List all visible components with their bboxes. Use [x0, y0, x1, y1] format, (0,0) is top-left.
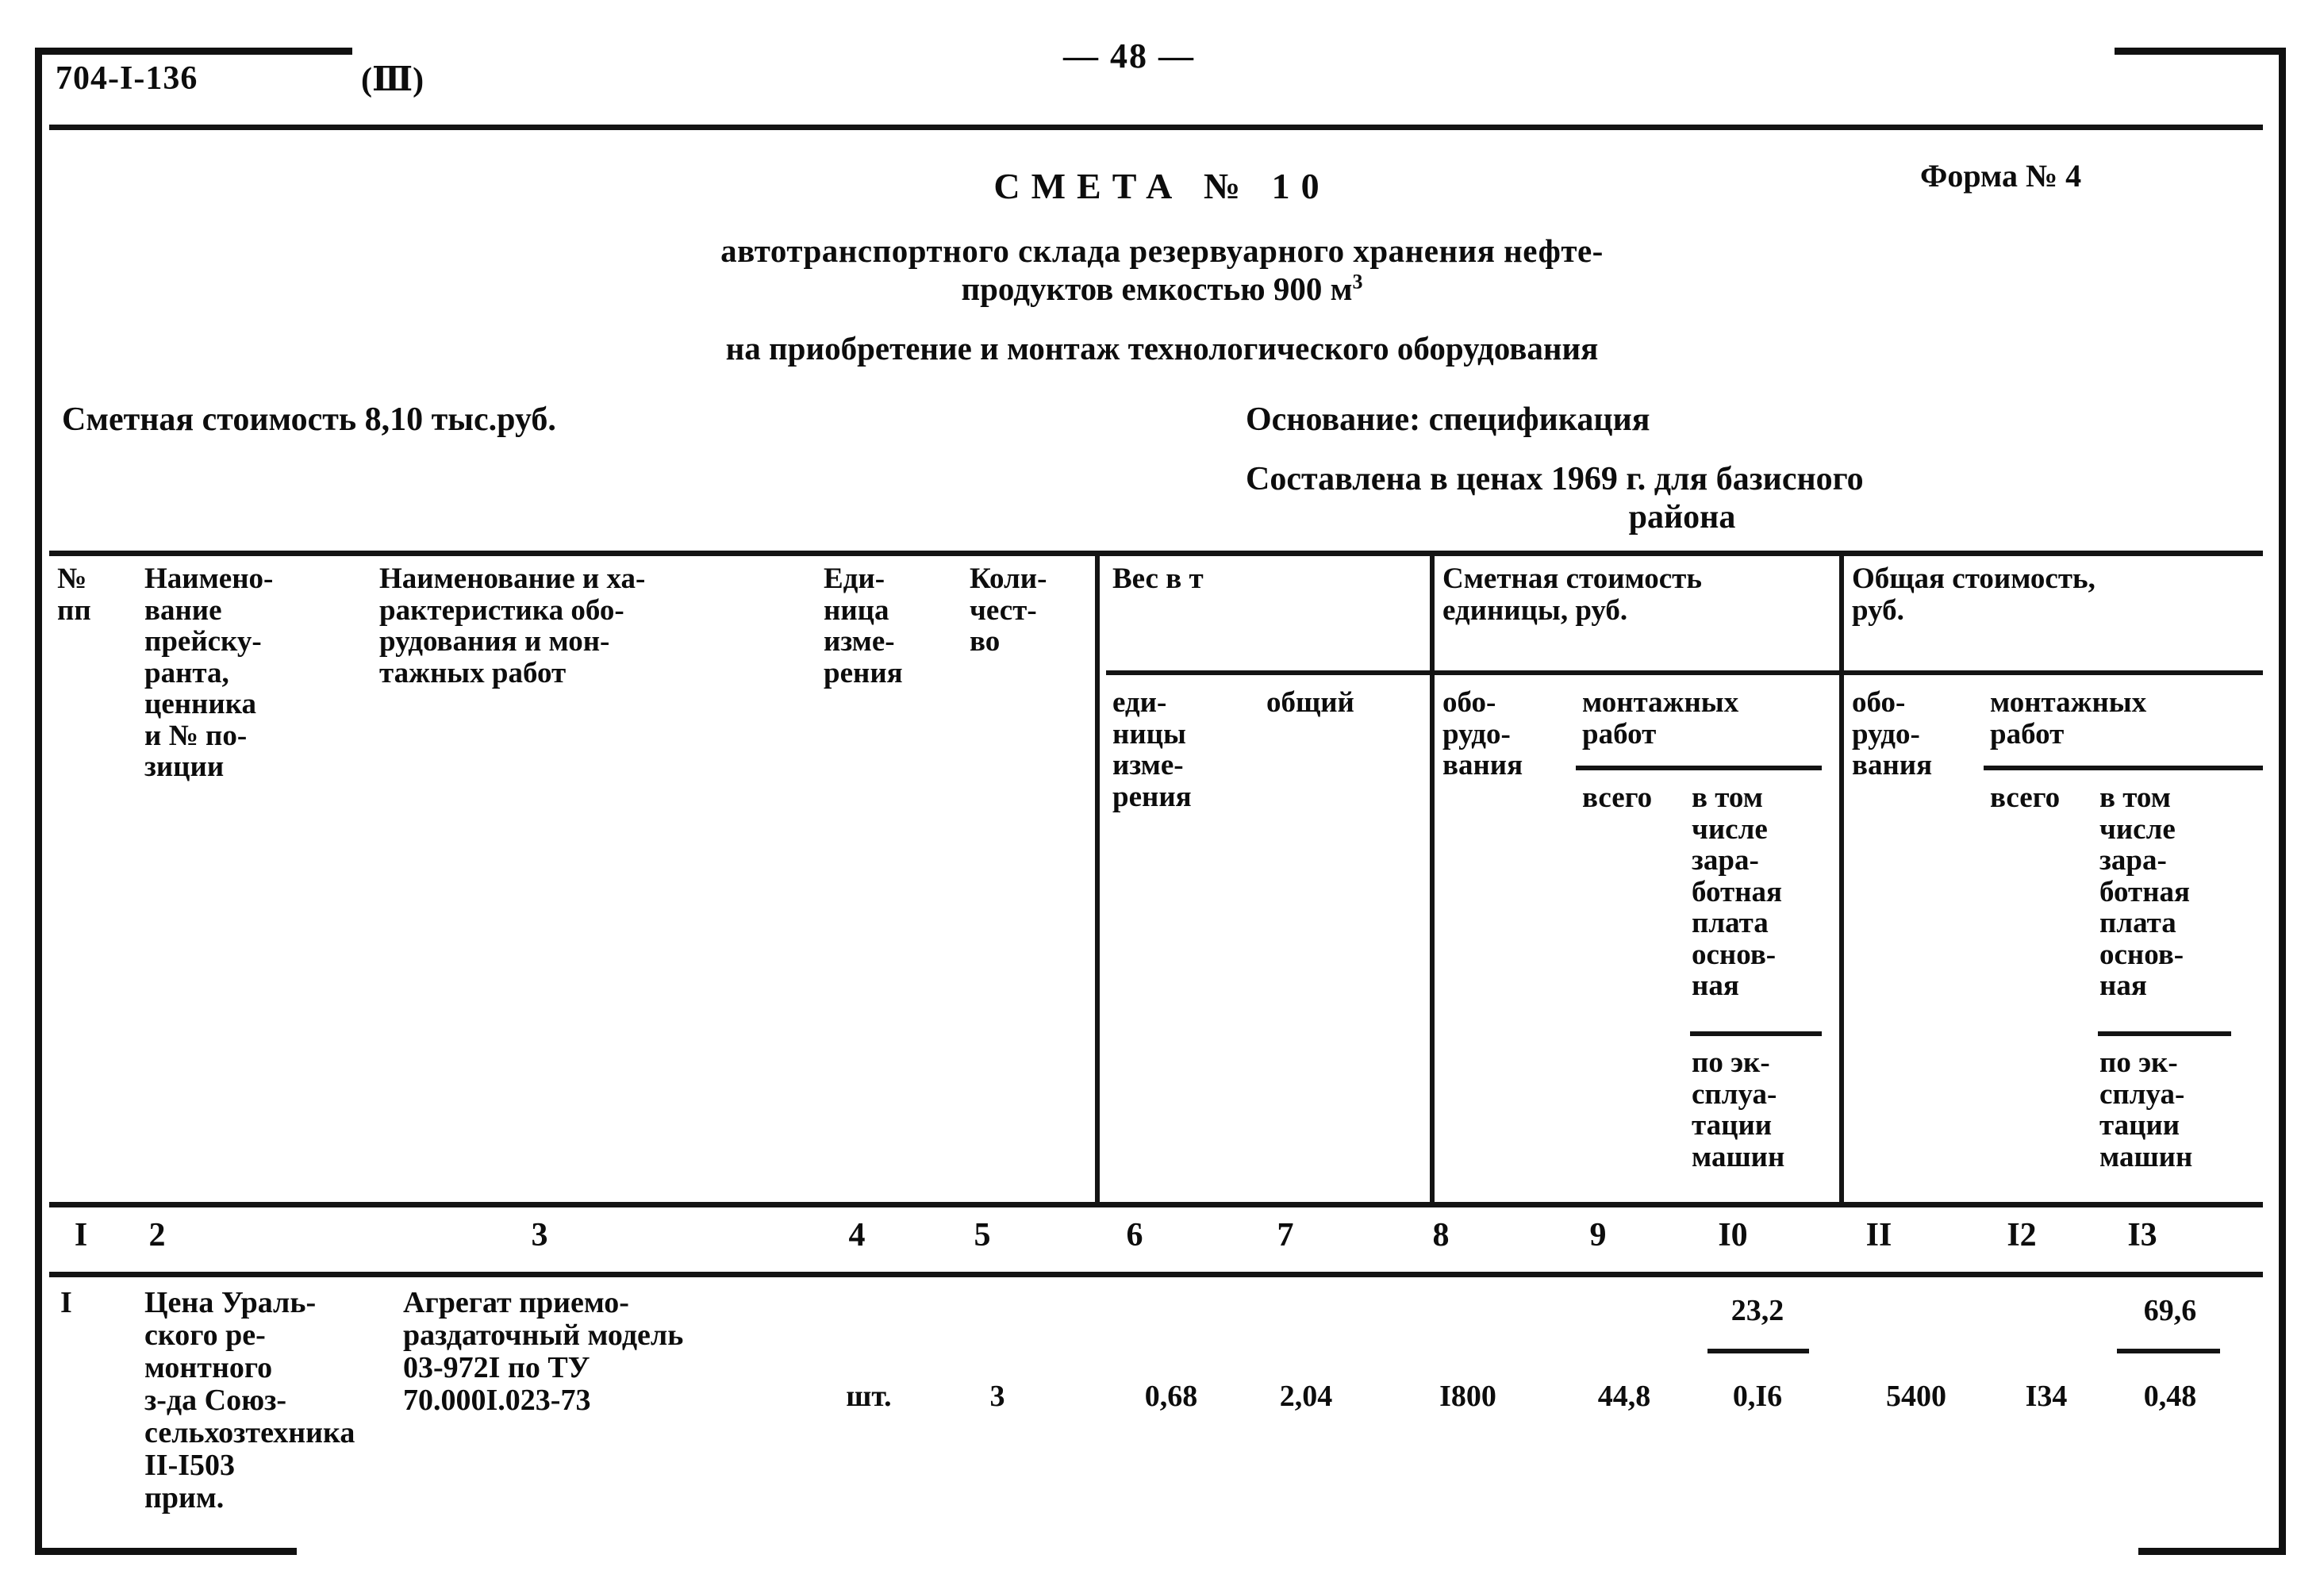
table-row-cell-2: Цена Ураль-ского ре-монтного з-да Союз-се… [144, 1286, 355, 1515]
document-variant: (Ⅲ) [361, 62, 424, 98]
header-group-total-cost: Общая стоимость, руб. [1852, 562, 2095, 627]
table-row-cell-10-fraction-bar [1707, 1349, 1809, 1353]
header-col-4: Еди-ница изме-рения [824, 562, 903, 689]
table-row-cell-11: 5400 [1886, 1380, 1946, 1413]
table-top-rule [49, 551, 2263, 556]
column-number-6: 6 [1126, 1217, 1143, 1253]
header-rule [49, 125, 2263, 130]
total-install-group-rule [1984, 766, 2263, 770]
unit-wage-divider-rule [1690, 1031, 1822, 1036]
column-number-1: I [74, 1217, 88, 1253]
table-row-cell-7: 2,04 [1279, 1380, 1333, 1413]
header-col-10-secondary: по эк-сплуа-тации машин [1692, 1046, 1785, 1173]
estimated-cost-label: Сметная стоимость 8,10 тыс.руб. [62, 401, 556, 438]
column-number-10: I0 [1718, 1217, 1748, 1253]
header-col-13: в том числе зара-ботная плата основ-ная [2099, 781, 2191, 1003]
basis-label: Основание: спецификация [1246, 401, 1650, 438]
column-number-13: I3 [2127, 1217, 2157, 1253]
header-col-11: обо-рудо-вания [1852, 686, 1933, 782]
table-header-bottom-rule [49, 1202, 2263, 1207]
column-number-12: I2 [2007, 1217, 2037, 1253]
header-group-unit-cost: Сметная стоимость единицы, руб. [1442, 562, 1702, 627]
page-frame-bottom-right [2138, 1548, 2286, 1555]
table-row-cell-5: 3 [989, 1380, 1005, 1413]
column-number-7: 7 [1277, 1217, 1294, 1253]
column-number-4: 4 [848, 1217, 866, 1253]
subtitle-line-2: продуктов емкостью 900 м3 [0, 270, 2324, 308]
subtitle-line-2-text: продуктов емкостью 900 м [961, 271, 1353, 307]
cost-group-rule [1436, 670, 2263, 675]
table-row-cell-3: Агрегат приемо-раздаточный модель 03-972I… [403, 1286, 684, 1418]
header-group-weight: Вес в т [1112, 562, 1204, 595]
column-number-9: 9 [1589, 1217, 1607, 1253]
header-group-total-install: монтажных работ [1990, 686, 2147, 751]
header-col-8: обо-рудо-вания [1442, 686, 1523, 782]
column-number-8: 8 [1432, 1217, 1450, 1253]
header-group-unit-install: монтажных работ [1582, 686, 1739, 751]
document-code: 704-I-136 [56, 60, 198, 97]
table-row-cell-8: I800 [1439, 1380, 1496, 1413]
header-col-10: в том числе зара-ботная плата основ-ная [1692, 781, 1783, 1003]
table-row-cell-1: I [60, 1286, 72, 1319]
page-title: СМЕТА № 10 [993, 166, 1331, 206]
subtitle-line-2-superscript: 3 [1352, 270, 1363, 294]
table-row-cell-4: шт. [846, 1380, 892, 1413]
column-number-2: 2 [148, 1217, 166, 1253]
page-frame-top-left [35, 48, 352, 55]
table-row-cell-10-denominator: 0,I6 [1732, 1380, 1783, 1413]
column-number-3: 3 [531, 1217, 548, 1253]
page-frame-top-right [2115, 48, 2286, 55]
table-row-cell-13-denominator: 0,48 [2143, 1380, 2197, 1413]
column-number-11: II [1865, 1217, 1892, 1253]
column-number-bottom-rule [49, 1272, 2263, 1277]
page-number: — 48 — [1063, 36, 1195, 75]
table-row-cell-12: I34 [2025, 1380, 2068, 1413]
table-row-cell-13-numerator: 69,6 [2143, 1294, 2197, 1327]
header-col-13-secondary: по эк-сплуа-тации машин [2099, 1046, 2193, 1173]
price-base-line-1: Составлена в ценах 1969 г. для базисного [1246, 461, 1864, 497]
table-row-cell-6: 0,68 [1144, 1380, 1198, 1413]
cost-group-left-rule [1430, 551, 1435, 1202]
table-row-cell-10-numerator: 23,2 [1731, 1294, 1784, 1327]
price-base-line-2: района [1628, 499, 1736, 536]
header-col-3: Наименование и ха-рактеристика обо-рудов… [379, 562, 646, 689]
document-page: 704-I-136 (Ⅲ) — 48 — Форма № 4 СМЕТА № 1… [0, 0, 2324, 1574]
header-col-6: еди-ницы изме-рения [1112, 686, 1192, 813]
header-col-1: № пп [57, 562, 91, 627]
table-row-cell-13-fraction-bar [2117, 1349, 2220, 1353]
page-frame-bottom-left [35, 1548, 297, 1555]
header-col-7: общий [1266, 686, 1354, 719]
subtitle-line-1: автотранспортного склада резервуарного х… [720, 232, 1604, 269]
header-col-2: Наимено-вание прейску-ранта, ценника и № по… [144, 562, 274, 784]
table-row-cell-9: 44,8 [1597, 1380, 1651, 1413]
unit-install-group-rule [1576, 766, 1822, 770]
total-wage-divider-rule [2098, 1031, 2231, 1036]
subtitle-line-3: на приобретение и монтаж технологическог… [725, 330, 1599, 367]
header-col-5: Коли-чест-во [970, 562, 1047, 658]
column-number-5: 5 [974, 1217, 991, 1253]
